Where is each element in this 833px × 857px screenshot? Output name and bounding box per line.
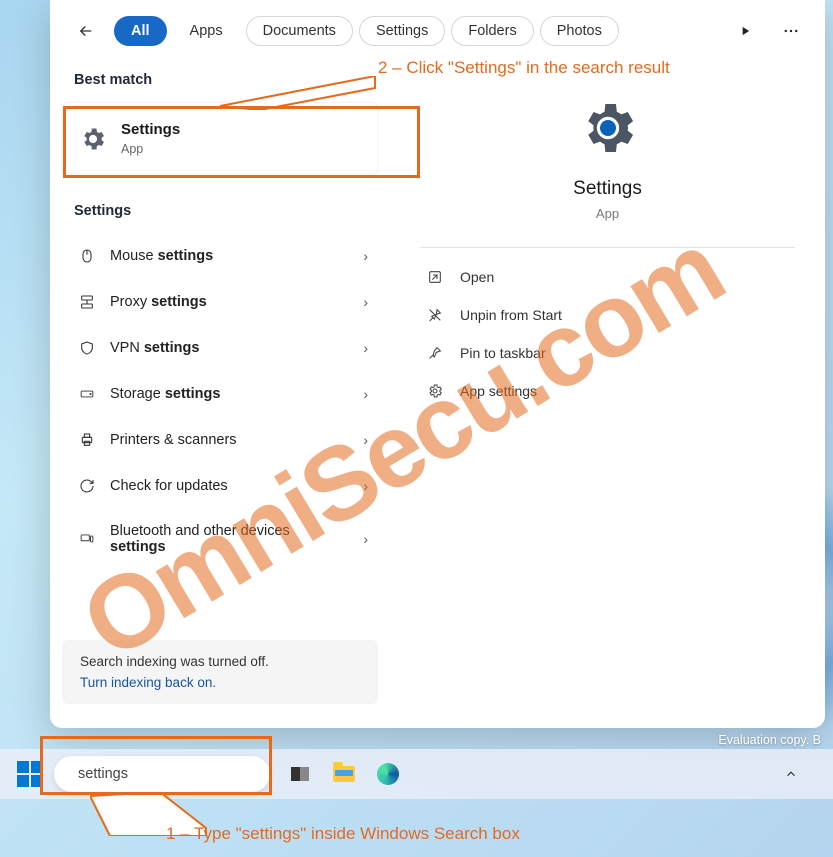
folder-icon <box>333 766 355 782</box>
tab-settings[interactable]: Settings <box>359 16 445 46</box>
back-button[interactable] <box>70 15 102 47</box>
search-results-window: All Apps Documents Settings Folders Phot… <box>50 0 825 728</box>
result-bluetooth-devices[interactable]: Bluetooth and other devicessettings › <box>54 509 386 569</box>
chevron-right-icon: › <box>363 531 368 547</box>
result-mouse-settings[interactable]: Mouse settings › <box>54 233 386 279</box>
tray-expand-button[interactable] <box>771 754 811 794</box>
tab-all[interactable]: All <box>114 16 167 46</box>
annotation-text-2: 2 – Click "Settings" in the search resul… <box>378 58 670 78</box>
indexing-notice: Search indexing was turned off. Turn ind… <box>62 640 378 704</box>
arrow-left-icon <box>77 22 95 40</box>
start-button[interactable] <box>10 754 50 794</box>
gear-icon <box>79 125 107 153</box>
pin-icon <box>426 344 444 362</box>
proxy-icon <box>78 293 96 311</box>
refresh-icon <box>78 477 96 495</box>
tab-bar: All Apps Documents Settings Folders Phot… <box>50 0 825 62</box>
task-view-button[interactable] <box>280 754 320 794</box>
chevron-right-icon: › <box>363 386 368 402</box>
chevron-right-icon: › <box>363 478 368 494</box>
action-pin-taskbar[interactable]: Pin to taskbar <box>390 334 825 372</box>
task-view-icon <box>291 767 309 781</box>
best-match-title: Settings <box>121 121 180 138</box>
tab-apps[interactable]: Apps <box>173 16 240 46</box>
evaluation-watermark: Evaluation copy. B <box>718 733 821 747</box>
result-storage-settings[interactable]: Storage settings › <box>54 371 386 417</box>
taskbar <box>0 749 833 799</box>
tab-folders[interactable]: Folders <box>451 16 533 46</box>
best-match-subtitle: App <box>121 142 180 156</box>
search-input[interactable] <box>78 766 265 782</box>
chevron-right-icon: › <box>363 432 368 448</box>
detail-subtitle: App <box>390 206 825 221</box>
action-unpin-start[interactable]: Unpin from Start <box>390 296 825 334</box>
detail-pane: Settings App Open Unpin from Start Pin t… <box>390 62 825 728</box>
windows-logo-icon <box>17 761 43 787</box>
turn-indexing-on-link[interactable]: Turn indexing back on. <box>80 675 360 690</box>
tab-documents[interactable]: Documents <box>246 16 353 46</box>
shield-icon <box>78 339 96 357</box>
result-printers-scanners[interactable]: Printers & scanners › <box>54 417 386 463</box>
results-column: Best match Settings App Settings Mouse s… <box>50 62 390 728</box>
annotation-text-1: 1 – Type "settings" inside Windows Searc… <box>166 824 520 844</box>
chevron-up-icon <box>784 767 798 781</box>
storage-icon <box>78 385 96 403</box>
printer-icon <box>78 431 96 449</box>
edge-button[interactable] <box>368 754 408 794</box>
play-icon[interactable] <box>731 17 759 45</box>
notice-message: Search indexing was turned off. <box>80 654 360 669</box>
taskbar-search-box[interactable] <box>54 756 270 792</box>
result-vpn-settings[interactable]: VPN settings › <box>54 325 386 371</box>
best-match-header: Best match <box>50 62 390 102</box>
open-icon <box>426 268 444 286</box>
more-icon[interactable] <box>777 17 805 45</box>
gear-icon <box>576 96 640 160</box>
edge-icon <box>377 763 399 785</box>
chevron-right-icon: › <box>363 294 368 310</box>
action-open[interactable]: Open <box>390 258 825 296</box>
tab-photos[interactable]: Photos <box>540 16 619 46</box>
action-app-settings[interactable]: App settings <box>390 372 825 410</box>
mouse-icon <box>78 247 96 265</box>
unpin-icon <box>426 306 444 324</box>
detail-title: Settings <box>390 178 825 200</box>
result-proxy-settings[interactable]: Proxy settings › <box>54 279 386 325</box>
file-explorer-button[interactable] <box>324 754 364 794</box>
devices-icon <box>78 530 96 548</box>
gear-icon <box>426 382 444 400</box>
chevron-right-icon: › <box>363 248 368 264</box>
best-match-settings[interactable]: Settings App <box>62 102 378 175</box>
result-check-updates[interactable]: Check for updates › <box>54 463 386 509</box>
settings-header: Settings <box>50 193 390 233</box>
divider <box>420 247 795 248</box>
chevron-right-icon: › <box>363 340 368 356</box>
